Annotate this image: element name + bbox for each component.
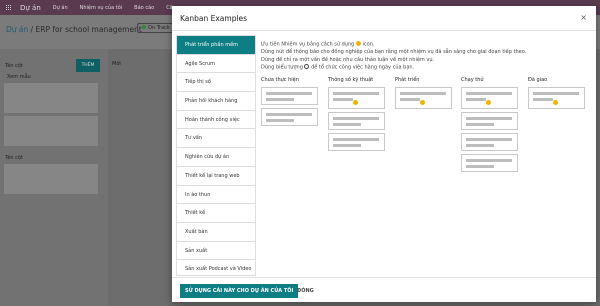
- column-name-input[interactable]: Tên cột: [5, 63, 23, 69]
- column-new-label: Mới: [112, 61, 121, 67]
- close-button[interactable]: ĐÓNG: [293, 284, 318, 298]
- example-item-manufacturing[interactable]: Sản xuất: [177, 242, 255, 261]
- status-badge[interactable]: On Track: [137, 23, 175, 33]
- add-column-button[interactable]: THÊM: [76, 59, 100, 72]
- kanban-column-new: THÊM Xem mẫu Tên cột Tên cột: [0, 49, 108, 306]
- close-icon[interactable]: ×: [580, 13, 587, 22]
- star-icon: [420, 100, 425, 105]
- example-list: Phát triển phần mềm Agile Scrum Tiếp thị…: [176, 35, 256, 276]
- example-item-website-redesign[interactable]: Thiết kế lại trang web: [177, 167, 255, 186]
- menu-reports[interactable]: Báo cáo: [134, 5, 154, 11]
- preview-column: Đã giao: [528, 77, 586, 112]
- preview-card: [461, 112, 518, 130]
- preview-card: [395, 87, 452, 109]
- description-text: icon.: [362, 41, 375, 48]
- column-name-label: Tên cột: [5, 155, 23, 161]
- preview-card: [528, 87, 585, 109]
- preview-card: [328, 133, 385, 151]
- sample-card: [4, 164, 98, 194]
- example-item-consulting[interactable]: Tư vấn: [177, 129, 255, 149]
- description-text: Ưu tiên Nhiệm vụ bằng cách sử dụng: [261, 41, 355, 48]
- app-name[interactable]: Dự án: [20, 4, 41, 12]
- status-dot-icon: [142, 25, 146, 29]
- apps-menu-icon[interactable]: [6, 4, 12, 11]
- preview-column: Chạy thử: [461, 77, 519, 175]
- preview-column-title: Đã giao: [528, 77, 548, 83]
- breadcrumb-root[interactable]: Dự án: [6, 25, 28, 34]
- menu-projects[interactable]: Dự án: [53, 5, 68, 11]
- menu-my-tasks[interactable]: Nhiệm vụ của tôi: [80, 5, 123, 11]
- example-item-agile-scrum[interactable]: Agile Scrum: [177, 55, 255, 74]
- example-item-design[interactable]: Thiết kế: [177, 204, 255, 223]
- description-line: Dùng biểu tượng để tổ chức công việc hàn…: [261, 64, 591, 72]
- preview-column-title: Phát triển: [395, 77, 420, 83]
- star-icon: [553, 100, 558, 105]
- example-item-digital-marketing[interactable]: Tiếp thị số: [177, 73, 255, 93]
- sample-card: [4, 116, 98, 146]
- preview-column-title: Thông số kỹ thuật: [328, 77, 374, 83]
- kanban-examples-dialog: Kanban Examples × Phát triển phần mềm Ag…: [172, 6, 596, 302]
- dialog-footer: SỬ DỤNG CÁI NÀY CHO DỰ ÁN CỦA TÔI ĐÓNG: [172, 277, 596, 302]
- preview-card: [461, 87, 518, 109]
- dialog-title: Kanban Examples: [180, 14, 248, 23]
- breadcrumb: Dự án / ERP for school management: [6, 25, 142, 34]
- preview-column-title: Chạy thử: [461, 77, 484, 83]
- preview-column-title: Chưa thực hiện: [261, 77, 299, 83]
- use-template-button[interactable]: SỬ DỤNG CÁI NÀY CHO DỰ ÁN CỦA TÔI: [180, 284, 299, 298]
- description-line: Dùng đề chỉ ra một vấn đề hoặc nhu cầu t…: [261, 56, 435, 63]
- star-icon: [353, 100, 358, 105]
- example-item-customer-feedback[interactable]: Phản hồi khách hàng: [177, 92, 255, 111]
- dialog-body: Phát triển phần mềm Agile Scrum Tiếp thị…: [172, 31, 596, 277]
- preview-card: [328, 112, 385, 130]
- breadcrumb-current: / ERP for school management: [28, 25, 142, 34]
- example-item-publishing[interactable]: Xuất bản: [177, 223, 255, 242]
- star-icon: [355, 41, 361, 46]
- preview-card: [461, 154, 518, 172]
- example-description: Ưu tiên Nhiệm vụ bằng cách sử dụng icon.…: [261, 41, 591, 72]
- description-text: Dùng biểu tượng: [261, 64, 303, 71]
- dialog-header: Kanban Examples ×: [172, 6, 596, 31]
- example-item-tshirt-printing[interactable]: In áo thun: [177, 186, 255, 205]
- description-line: Dùng nút để thông báo cho đồng nghiệp củ…: [261, 49, 527, 55]
- example-item-getting-things-done[interactable]: Hoàn thành công việc: [177, 111, 255, 130]
- preview-card: [261, 108, 318, 126]
- description-line: Ưu tiên Nhiệm vụ bằng cách sử dụng icon.: [261, 41, 591, 49]
- example-item-research-project[interactable]: Nghiên cứu dự án: [177, 148, 255, 167]
- status-label: On Track: [148, 25, 170, 31]
- preview-column: Phát triển: [395, 77, 453, 112]
- clock-icon: [304, 64, 310, 69]
- example-item-software-development[interactable]: Phát triển phần mềm: [177, 36, 255, 55]
- preview-card: [261, 87, 318, 105]
- preview-column: Thông số kỹ thuật: [328, 77, 386, 154]
- sample-card: [4, 83, 98, 113]
- preview-column: Chưa thực hiện: [261, 77, 319, 129]
- description-text: để tổ chức công việc hàng ngày của bạn.: [311, 64, 415, 71]
- kanban-preview: Chưa thực hiện Thông số kỹ thuật Phát tr…: [261, 77, 591, 187]
- sample-label: Xem mẫu: [7, 74, 31, 80]
- preview-card: [461, 133, 518, 151]
- star-icon: [486, 100, 491, 105]
- preview-card: [328, 87, 385, 109]
